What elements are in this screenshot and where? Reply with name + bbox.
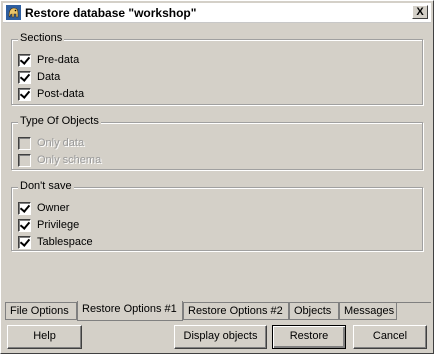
checkbox-tablespace[interactable]: Tablespace: [18, 235, 93, 249]
tab-restore-options-2[interactable]: Restore Options #2: [183, 303, 289, 320]
checkbox-box[interactable]: [18, 87, 31, 101]
checkbox-box[interactable]: [18, 53, 31, 67]
checkbox-box[interactable]: [18, 235, 31, 249]
checkbox-box[interactable]: [18, 136, 31, 150]
checkbox-only-schema[interactable]: Only schema: [18, 153, 101, 167]
restore-options-1-panel: Sections Pre-data Data Post-data Type Of…: [7, 27, 427, 297]
checkbox-label: Pre-data: [37, 54, 80, 66]
checkbox-post-data[interactable]: Post-data: [18, 87, 84, 101]
restore-button[interactable]: Restore: [272, 325, 346, 349]
display-objects-button[interactable]: Display objects: [174, 325, 267, 349]
sections-legend: Sections: [18, 32, 65, 44]
sections-group: Sections Pre-data Data Post-data: [11, 32, 423, 105]
restore-dialog: Restore database "workshop" X Sections P…: [0, 0, 434, 354]
tab-restore-options-1[interactable]: Restore Options #1: [77, 301, 183, 321]
type-of-objects-group: Type Of Objects Only data Only schema: [11, 115, 423, 170]
checkbox-pre-data[interactable]: Pre-data: [18, 53, 79, 67]
tab-file-options[interactable]: File Options: [5, 303, 77, 320]
type-of-objects-legend: Type Of Objects: [18, 115, 101, 127]
checkbox-owner[interactable]: Owner: [18, 201, 69, 215]
tab-objects[interactable]: Objects: [289, 303, 339, 320]
dont-save-legend: Don't save: [18, 180, 74, 192]
window-title: Restore database "workshop": [25, 6, 197, 20]
checkbox-box[interactable]: [18, 70, 31, 84]
checkbox-label: Only data: [37, 137, 85, 149]
checkbox-label: Only schema: [37, 154, 102, 166]
checkbox-box[interactable]: [18, 201, 31, 215]
pgadmin-elephant-icon: [6, 5, 21, 20]
checkbox-label: Privilege: [37, 219, 80, 231]
title-bar[interactable]: Restore database "workshop" X: [3, 3, 431, 23]
dont-save-group: Don't save Owner Privilege Tablespace: [11, 180, 423, 251]
checkbox-privilege[interactable]: Privilege: [18, 218, 79, 232]
checkbox-label: Post-data: [37, 88, 85, 100]
cancel-button[interactable]: Cancel: [353, 325, 427, 349]
help-button[interactable]: Help: [7, 325, 82, 349]
checkbox-label: Owner: [37, 202, 70, 214]
checkbox-box[interactable]: [18, 153, 31, 167]
checkbox-label: Data: [37, 71, 61, 83]
tab-messages[interactable]: Messages: [339, 303, 397, 320]
tab-strip: File Options Restore Options #1 Restore …: [5, 301, 431, 323]
checkbox-box[interactable]: [18, 218, 31, 232]
checkbox-only-data[interactable]: Only data: [18, 136, 84, 150]
checkbox-data[interactable]: Data: [18, 70, 60, 84]
checkbox-label: Tablespace: [37, 236, 93, 248]
close-button[interactable]: X: [412, 5, 428, 19]
